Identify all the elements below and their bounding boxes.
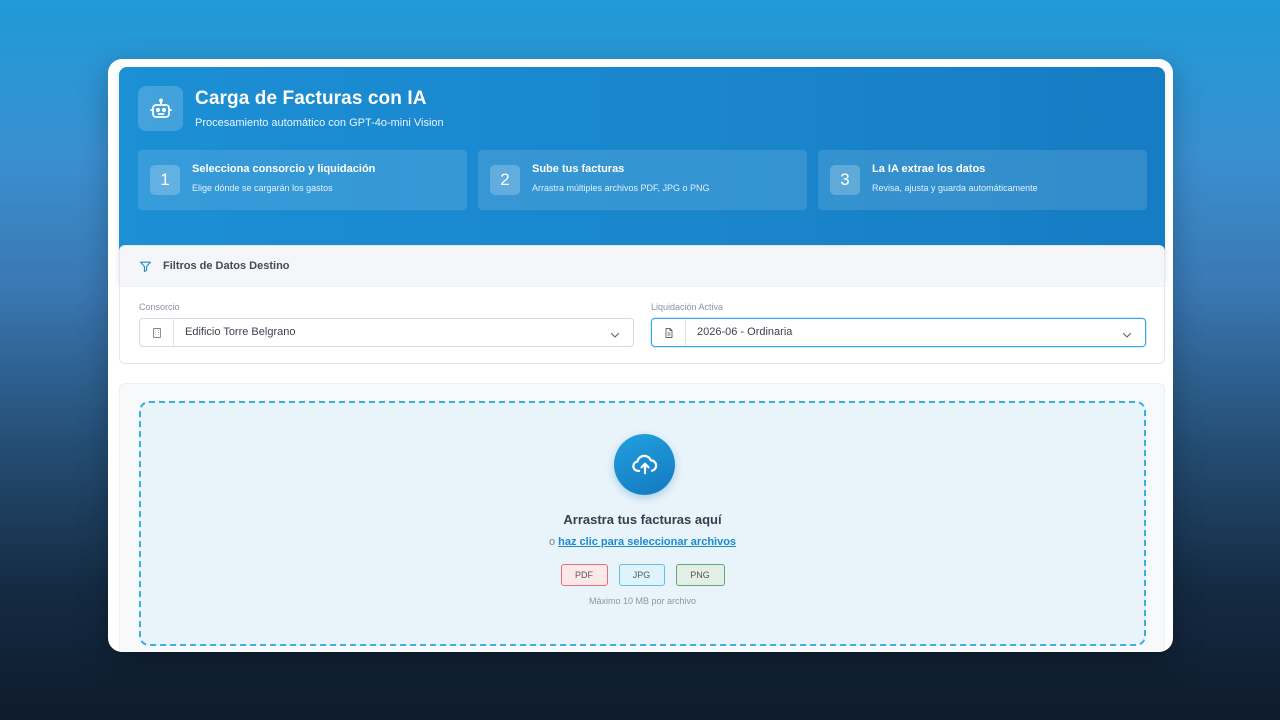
dropzone-prefix: o <box>548 536 556 548</box>
format-badges: PDF JPG PNG <box>141 564 1144 586</box>
step-3: 3 La IA extrae los datos Revisa, ajusta … <box>818 150 1147 210</box>
step-number: 1 <box>150 165 180 195</box>
format-badge-jpg: JPG <box>618 564 665 586</box>
format-badge-pdf: PDF <box>560 564 608 586</box>
step-title: Sube tus facturas <box>532 163 625 175</box>
liquidacion-select[interactable]: 2026-06 - Ordinaria <box>651 318 1146 347</box>
chevron-down-icon <box>1121 328 1133 346</box>
step-number: 2 <box>490 165 520 195</box>
consorcio-value: Edificio Torre Belgrano <box>185 326 296 338</box>
step-1: 1 Selecciona consorcio y liquidación Eli… <box>138 150 467 210</box>
chevron-down-icon <box>609 328 621 346</box>
dropzone-title: Arrastra tus facturas aquí <box>563 512 722 527</box>
upload-section: Arrastra tus facturas aquí o haz clic pa… <box>119 383 1165 652</box>
page-title: Carga de Facturas con IA <box>195 88 427 109</box>
step-title: Selecciona consorcio y liquidación <box>192 163 376 175</box>
filter-icon <box>139 260 152 278</box>
step-description: Arrastra múltiples archivos PDF, JPG o P… <box>532 183 710 193</box>
building-icon <box>140 319 174 346</box>
page-subtitle: Procesamiento automático con GPT-4o-mini… <box>195 117 444 129</box>
file-dropzone[interactable]: Arrastra tus facturas aquí o haz clic pa… <box>139 401 1146 646</box>
select-files-link[interactable]: haz clic para seleccionar archivos <box>558 536 736 548</box>
filters-header: Filtros de Datos Destino <box>120 246 1164 287</box>
main-card: Carga de Facturas con IA Procesamiento a… <box>108 59 1173 652</box>
format-badge-png: PNG <box>675 564 725 586</box>
step-2: 2 Sube tus facturas Arrastra múltiples a… <box>478 150 807 210</box>
document-icon <box>652 319 686 346</box>
liquidacion-value: 2026-06 - Ordinaria <box>697 326 793 338</box>
filters-title: Filtros de Datos Destino <box>163 260 290 272</box>
step-description: Elige dónde se cargarán los gastos <box>192 183 333 193</box>
dropzone-subtitle: o haz clic para seleccionar archivos <box>141 536 1144 548</box>
filters-panel: Filtros de Datos Destino Consorcio Edifi… <box>119 245 1165 364</box>
max-size-note: Máximo 10 MB por archivo <box>588 596 697 606</box>
cloud-upload-icon <box>614 434 675 495</box>
consorcio-label: Consorcio <box>139 302 180 312</box>
liquidacion-label: Liquidación Activa <box>651 302 724 312</box>
step-description: Revisa, ajusta y guarda automáticamente <box>872 183 1038 193</box>
step-title: La IA extrae los datos <box>872 163 986 175</box>
consorcio-select[interactable]: Edificio Torre Belgrano <box>139 318 634 347</box>
robot-icon <box>138 86 183 131</box>
step-number: 3 <box>830 165 860 195</box>
